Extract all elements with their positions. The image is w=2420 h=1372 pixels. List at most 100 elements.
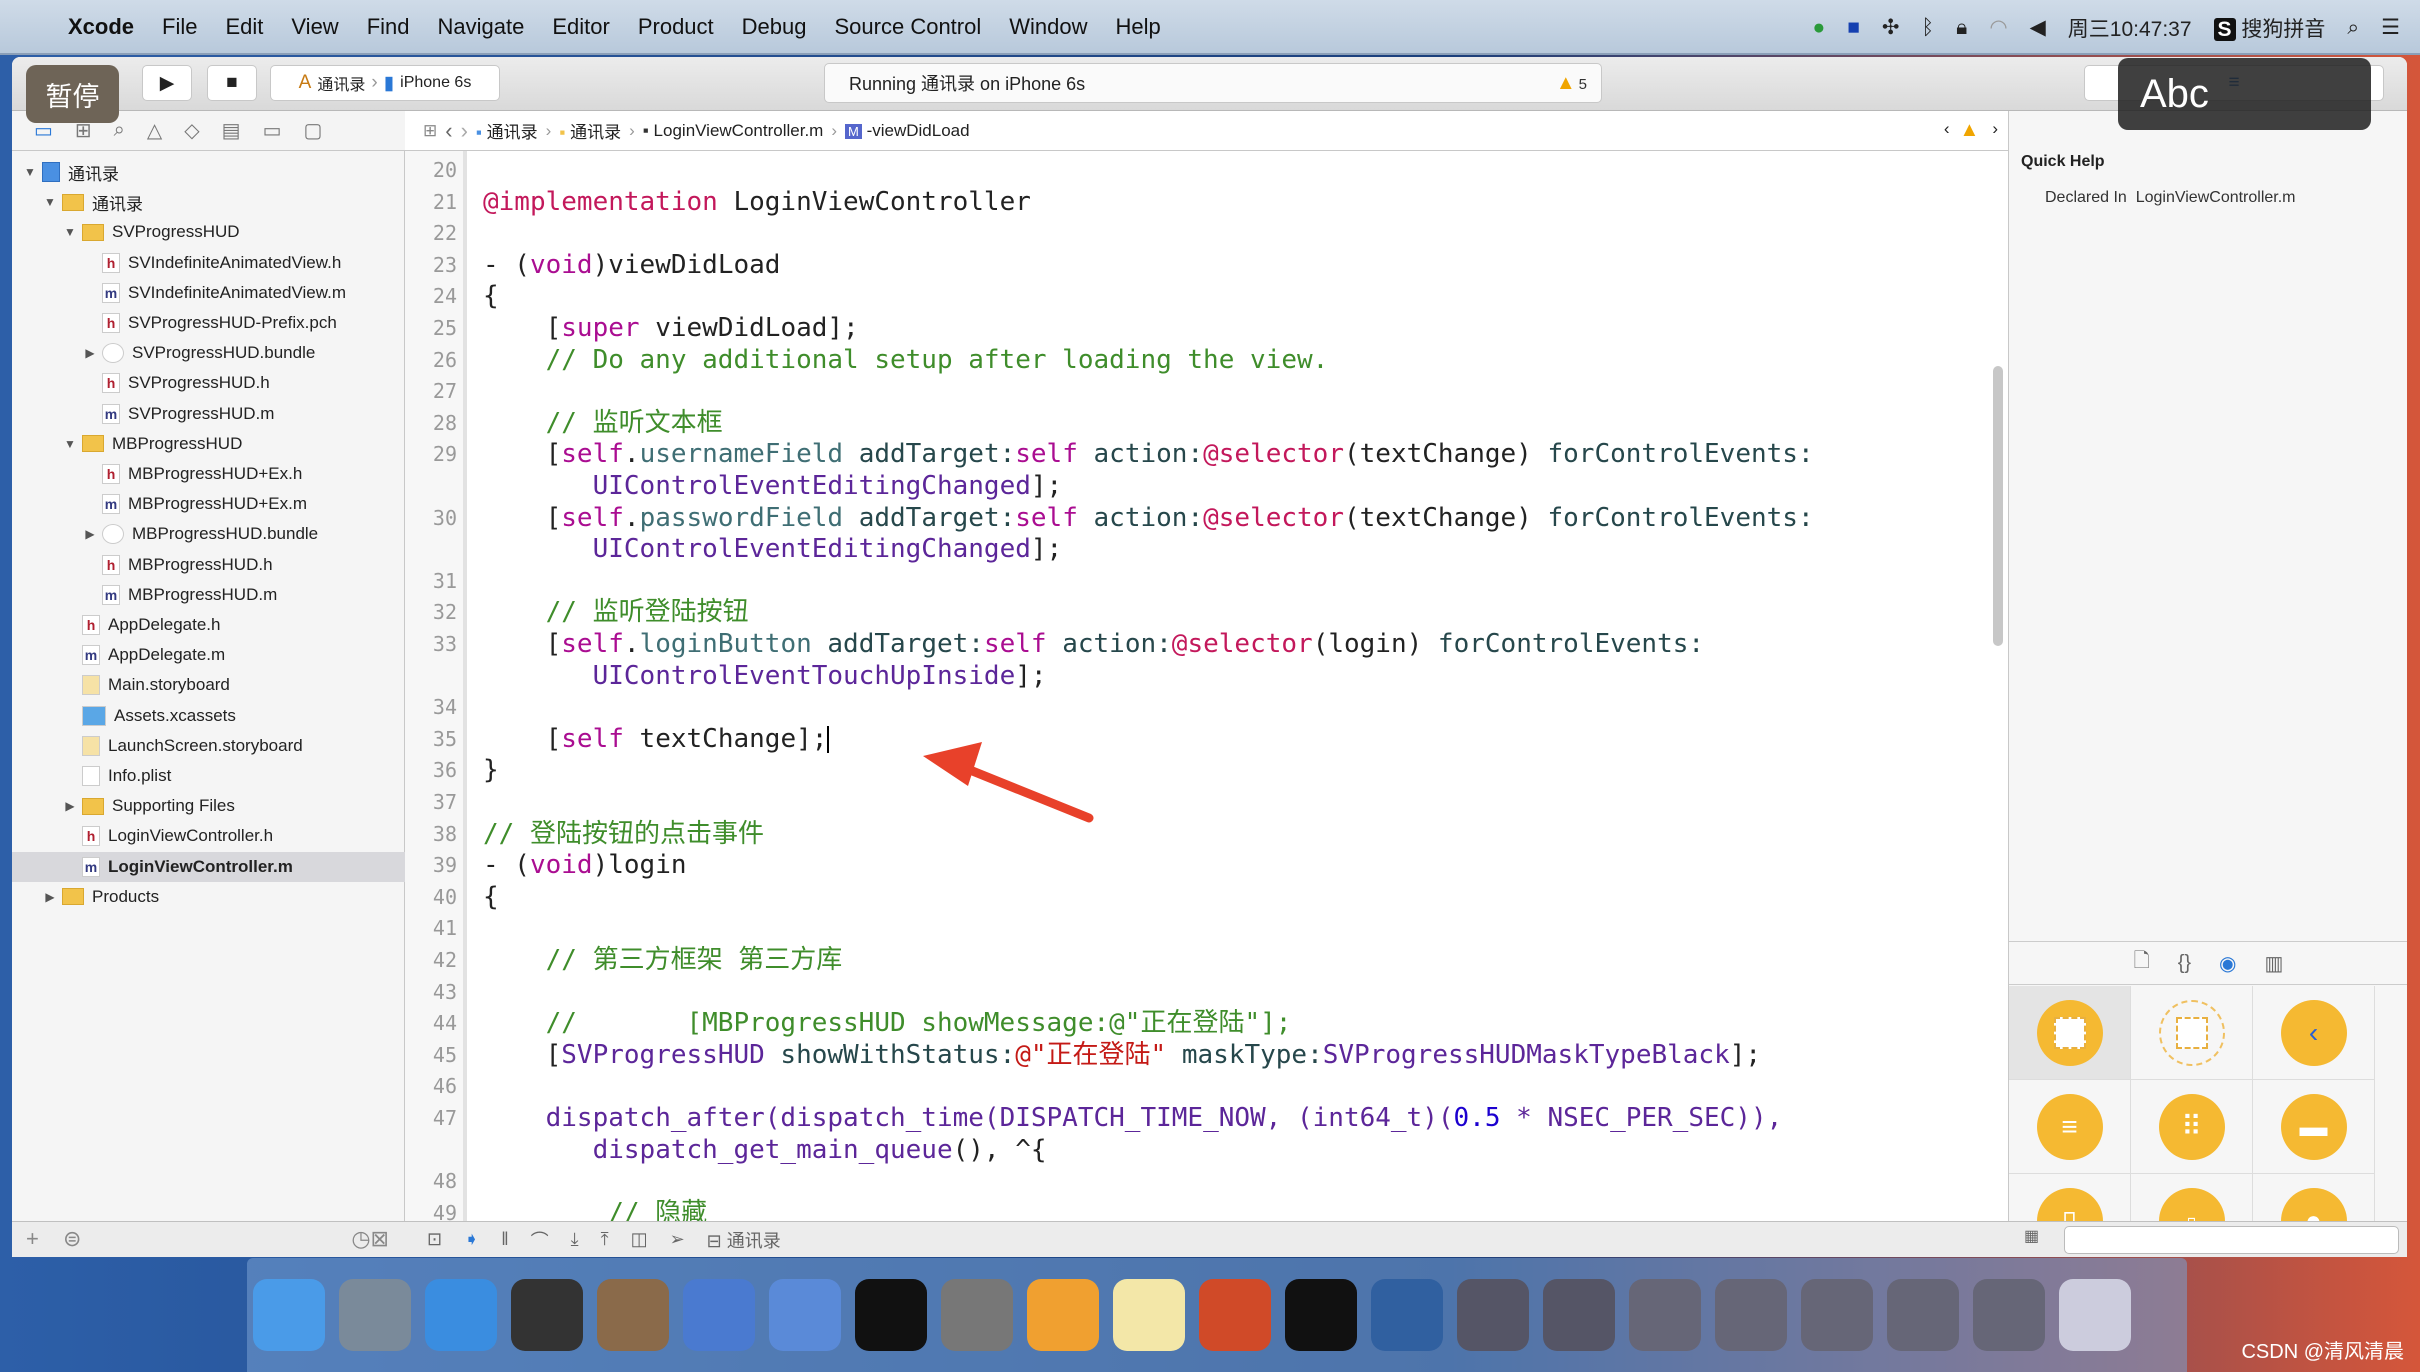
notification-center-icon[interactable]: ☰ <box>2381 15 2400 40</box>
navigator-item[interactable]: m LoginViewController.m <box>12 851 405 882</box>
navigator-item[interactable]: h LoginViewController.h <box>12 821 405 851</box>
disclosure-triangle-icon[interactable]: ▶ <box>42 890 58 904</box>
media-library-icon[interactable]: ▥ <box>2265 951 2284 976</box>
find-navigator-icon[interactable]: ⌕ <box>114 119 125 142</box>
library-object-collection-view-controller[interactable]: ⠿ <box>2131 1080 2253 1174</box>
debug-navigator-icon[interactable]: ▤ <box>222 118 241 143</box>
library-object-storyboard-reference[interactable] <box>2131 986 2253 1080</box>
clock[interactable]: 周三10:47:37 <box>2068 13 2192 43</box>
camera-icon[interactable]: ■ <box>1847 16 1860 40</box>
step-out-icon[interactable]: ⤒ <box>601 1229 609 1250</box>
navigator-item[interactable]: m AppDelegate.m <box>12 640 405 670</box>
object-library-icon[interactable]: ◉ <box>2219 951 2236 976</box>
navigator-item[interactable]: m SVProgressHUD.m <box>12 399 405 429</box>
breakpoints-toggle-icon[interactable]: ➧ <box>464 1229 479 1250</box>
dock-window1-icon[interactable] <box>1457 1279 1529 1351</box>
navigator-item[interactable]: ▶ Products <box>12 882 405 912</box>
source-editor[interactable]: 20 21 @implementation LoginViewController 2… <box>405 151 2008 1228</box>
issue-navigator-icon[interactable]: △ <box>147 118 162 143</box>
related-items-icon[interactable]: ⊞ <box>423 121 437 141</box>
dock-photo-booth-icon[interactable] <box>597 1279 669 1351</box>
library-object-tab-bar-controller[interactable]: ▬ <box>2253 1080 2375 1174</box>
navigator-item[interactable]: ▼ 通讯录 <box>12 187 405 217</box>
navigator-item[interactable]: LaunchScreen.storyboard <box>12 731 405 761</box>
pause-icon[interactable]: ‖ <box>501 1229 508 1250</box>
dock-trash-icon[interactable] <box>2059 1279 2131 1351</box>
disclosure-triangle-icon[interactable]: ▼ <box>22 165 38 179</box>
grid-view-icon[interactable]: ▦ <box>2024 1226 2039 1246</box>
vertical-scrollbar[interactable] <box>1993 366 2003 646</box>
disclosure-triangle-icon[interactable]: ▶ <box>62 799 78 813</box>
navigator-item[interactable]: h SVProgressHUD-Prefix.pch <box>12 308 405 338</box>
menu-view[interactable]: View <box>277 14 352 40</box>
library-filter-input[interactable] <box>2064 1226 2399 1254</box>
volume-icon[interactable]: ◀ <box>2030 15 2046 40</box>
navigator-item[interactable]: ▼ SVProgressHUD <box>12 217 405 247</box>
previous-issue-button[interactable]: ‹ <box>1944 119 1950 142</box>
dock-terminal-icon[interactable] <box>855 1279 927 1351</box>
test-navigator-icon[interactable]: ◇ <box>184 118 199 143</box>
menu-edit[interactable]: Edit <box>211 14 277 40</box>
dock-quicktime-icon[interactable] <box>1371 1279 1443 1351</box>
menu-help[interactable]: Help <box>1102 14 1175 40</box>
input-method[interactable]: S 搜狗拼音 <box>2213 13 2325 43</box>
run-button[interactable]: ▶ <box>142 65 192 101</box>
fan-icon[interactable]: ✣ <box>1882 15 1900 40</box>
warning-badge[interactable]: ▲ 5 <box>1556 72 1587 95</box>
menu-find[interactable]: Find <box>353 14 424 40</box>
dock-window3-icon[interactable] <box>1629 1279 1701 1351</box>
dock-launchpad-icon[interactable] <box>339 1279 411 1351</box>
menu-source-control[interactable]: Source Control <box>821 14 996 40</box>
recent-files-icon[interactable]: ◷⊠ <box>351 1222 389 1256</box>
breadcrumb-project[interactable]: ▪ 通讯录 <box>476 118 538 143</box>
navigator-item[interactable]: h MBProgressHUD+Ex.h <box>12 459 405 489</box>
dock-sketch-icon[interactable] <box>1027 1279 1099 1351</box>
report-navigator-icon[interactable]: ▢ <box>303 118 322 143</box>
record-icon[interactable]: ● <box>1813 16 1826 40</box>
library-object-navigation-controller[interactable]: ‹ <box>2253 986 2375 1080</box>
dock-finder-icon[interactable] <box>253 1279 325 1351</box>
next-issue-button[interactable]: › <box>1992 119 1998 142</box>
disclosure-triangle-icon[interactable]: ▶ <box>82 527 98 541</box>
navigator-item[interactable]: Main.storyboard <box>12 670 405 700</box>
wifi-icon[interactable]: ◠ <box>1989 15 2007 40</box>
simulate-location-icon[interactable]: ➢ <box>670 1229 685 1250</box>
bluetooth-icon[interactable]: ᛒ <box>1922 16 1935 40</box>
declared-in-file-link[interactable]: LoginViewController.m <box>2136 189 2296 206</box>
dock-notes-icon[interactable] <box>1113 1279 1185 1351</box>
filter-icon[interactable]: ⊜ <box>63 1226 81 1251</box>
navigator-item[interactable]: ▼ 通讯录 <box>12 157 405 187</box>
navigator-item[interactable]: ▼ MBProgressHUD <box>12 429 405 459</box>
dock-xcode-icon[interactable] <box>683 1279 755 1351</box>
navigator-item[interactable]: Info.plist <box>12 761 405 791</box>
navigator-item[interactable]: h MBProgressHUD.h <box>12 550 405 580</box>
disclosure-triangle-icon[interactable]: ▼ <box>62 225 78 239</box>
file-template-icon[interactable]: 🗋︎ <box>2134 946 2150 980</box>
add-button[interactable]: + <box>26 1226 39 1251</box>
menu-file[interactable]: File <box>148 14 211 40</box>
breakpoint-navigator-icon[interactable]: ▭ <box>263 118 282 143</box>
back-button[interactable]: ‹ <box>445 118 452 144</box>
breadcrumb-file[interactable]: ▪ LoginViewController.m <box>643 121 824 141</box>
disclosure-triangle-icon[interactable]: ▶ <box>82 346 98 360</box>
step-over-icon[interactable]: ⌒ <box>531 1227 549 1253</box>
dock-exec-icon[interactable] <box>1285 1279 1357 1351</box>
dock-safari-icon[interactable] <box>425 1279 497 1351</box>
navigator-item[interactable]: h SVIndefiniteAnimatedView.h <box>12 248 405 278</box>
dock-system-preferences-icon[interactable] <box>941 1279 1013 1351</box>
navigator-item[interactable]: ▶ Supporting Files <box>12 791 405 821</box>
breadcrumb-group[interactable]: ▪ 通讯录 <box>559 118 621 143</box>
warning-icon[interactable]: ▲ <box>1960 119 1980 142</box>
dock-window2-icon[interactable] <box>1543 1279 1615 1351</box>
spotlight-icon[interactable]: ⌕ <box>2347 16 2359 40</box>
dock-mouse-icon[interactable] <box>511 1279 583 1351</box>
navigator-item[interactable]: ▶ MBProgressHUD.bundle <box>12 519 405 549</box>
menu-editor[interactable]: Editor <box>538 14 623 40</box>
process-target[interactable]: ⊟ 通讯录 <box>707 1227 781 1253</box>
library-object-table-view-controller[interactable]: ≡ <box>2009 1080 2131 1174</box>
stop-button[interactable]: ■ <box>207 65 257 101</box>
breadcrumb-method[interactable]: M -viewDidLoad <box>845 121 970 141</box>
scheme-selector[interactable]: A 通讯录 › ▮ iPhone 6s <box>270 65 500 101</box>
navigator-item[interactable]: h SVProgressHUD.h <box>12 368 405 398</box>
step-into-icon[interactable]: ⤓ <box>571 1229 579 1250</box>
